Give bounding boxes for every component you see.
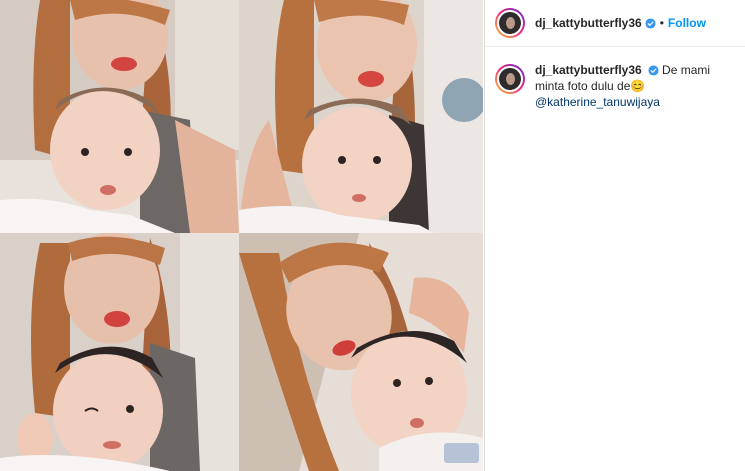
caption-comment: dj_kattybutterfly36 De mami minta foto d… bbox=[485, 47, 745, 110]
post-header: dj_kattybutterfly36 • Follow bbox=[485, 0, 745, 47]
avatar[interactable] bbox=[495, 8, 525, 38]
smiling-emoji: 😊 bbox=[630, 79, 646, 93]
caption-username-link[interactable]: dj_kattybutterfly36 bbox=[535, 63, 642, 77]
collage-photo-top-left bbox=[0, 0, 239, 233]
follow-button[interactable]: Follow bbox=[668, 16, 706, 30]
post-sidebar: dj_kattybutterfly36 • Follow dj_kattybut… bbox=[484, 0, 745, 471]
collage-photo-top-right bbox=[239, 0, 483, 233]
instagram-post: dj_kattybutterfly36 • Follow dj_kattybut… bbox=[0, 0, 745, 471]
collage-photo-bottom-left bbox=[0, 233, 239, 471]
username-link[interactable]: dj_kattybutterfly36 bbox=[535, 16, 642, 30]
verified-badge-icon bbox=[645, 17, 656, 29]
separator-dot: • bbox=[659, 16, 664, 30]
caption-text-block: dj_kattybutterfly36 De mami minta foto d… bbox=[535, 62, 735, 110]
photo-collage[interactable] bbox=[0, 0, 483, 471]
collage-photo-bottom-right bbox=[239, 233, 483, 471]
caption-verified-badge-icon bbox=[648, 65, 659, 76]
mention-link[interactable]: @katherine_tanuwijaya bbox=[535, 94, 735, 110]
caption-avatar[interactable] bbox=[495, 64, 525, 94]
